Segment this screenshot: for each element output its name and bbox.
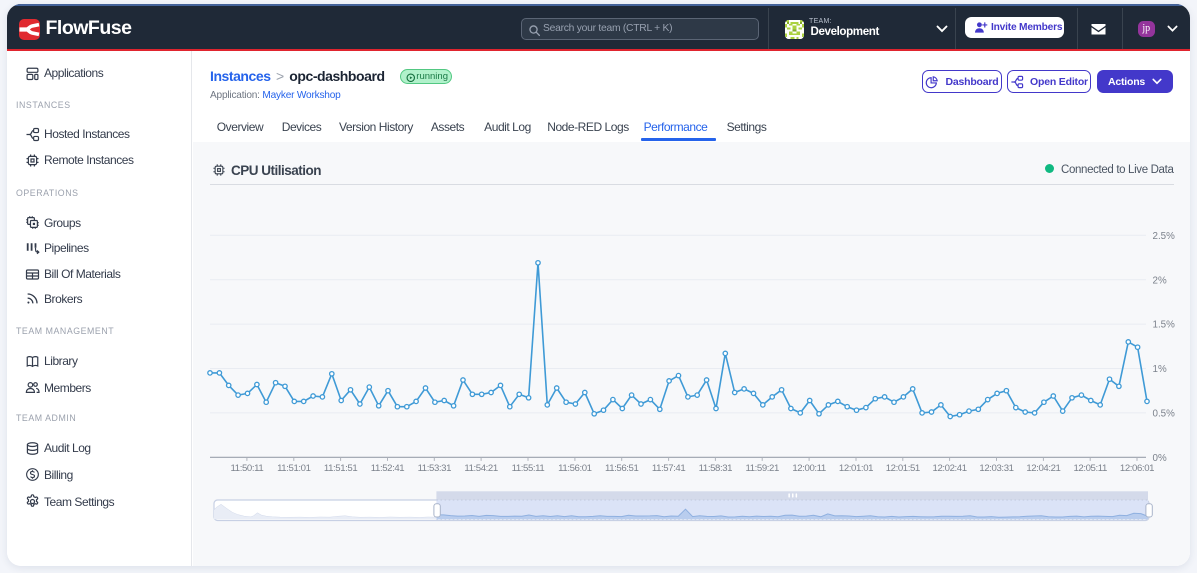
svg-text:2%: 2% bbox=[1153, 275, 1167, 286]
svg-text:12:04:21: 12:04:21 bbox=[1026, 463, 1060, 474]
svg-text:1.5%: 1.5% bbox=[1153, 320, 1176, 331]
svg-text:0.5%: 0.5% bbox=[1153, 409, 1176, 420]
svg-text:11:56:01: 11:56:01 bbox=[558, 463, 591, 474]
svg-text:11:51:01: 11:51:01 bbox=[277, 463, 310, 474]
svg-text:11:58:31: 11:58:31 bbox=[699, 463, 732, 474]
svg-text:12:03:31: 12:03:31 bbox=[979, 463, 1013, 474]
svg-text:11:54:21: 11:54:21 bbox=[464, 463, 497, 474]
svg-text:0%: 0% bbox=[1153, 453, 1167, 464]
svg-text:12:02:41: 12:02:41 bbox=[933, 463, 967, 474]
svg-text:11:50:11: 11:50:11 bbox=[231, 463, 264, 474]
svg-text:11:56:51: 11:56:51 bbox=[605, 463, 638, 474]
svg-text:12:06:01: 12:06:01 bbox=[1120, 463, 1154, 474]
svg-text:12:05:11: 12:05:11 bbox=[1073, 463, 1106, 474]
svg-text:11:55:11: 11:55:11 bbox=[512, 463, 545, 474]
svg-text:12:01:51: 12:01:51 bbox=[886, 463, 920, 474]
svg-text:11:52:41: 11:52:41 bbox=[371, 463, 404, 474]
svg-text:11:53:31: 11:53:31 bbox=[418, 463, 451, 474]
svg-text:1%: 1% bbox=[1153, 364, 1167, 375]
svg-text:12:01:01: 12:01:01 bbox=[839, 463, 873, 474]
svg-text:2.5%: 2.5% bbox=[1153, 231, 1176, 242]
svg-text:11:59:21: 11:59:21 bbox=[745, 463, 778, 474]
svg-text:11:51:51: 11:51:51 bbox=[324, 463, 357, 474]
svg-text:12:00:11: 12:00:11 bbox=[792, 463, 825, 474]
svg-text:11:57:41: 11:57:41 bbox=[652, 463, 685, 474]
